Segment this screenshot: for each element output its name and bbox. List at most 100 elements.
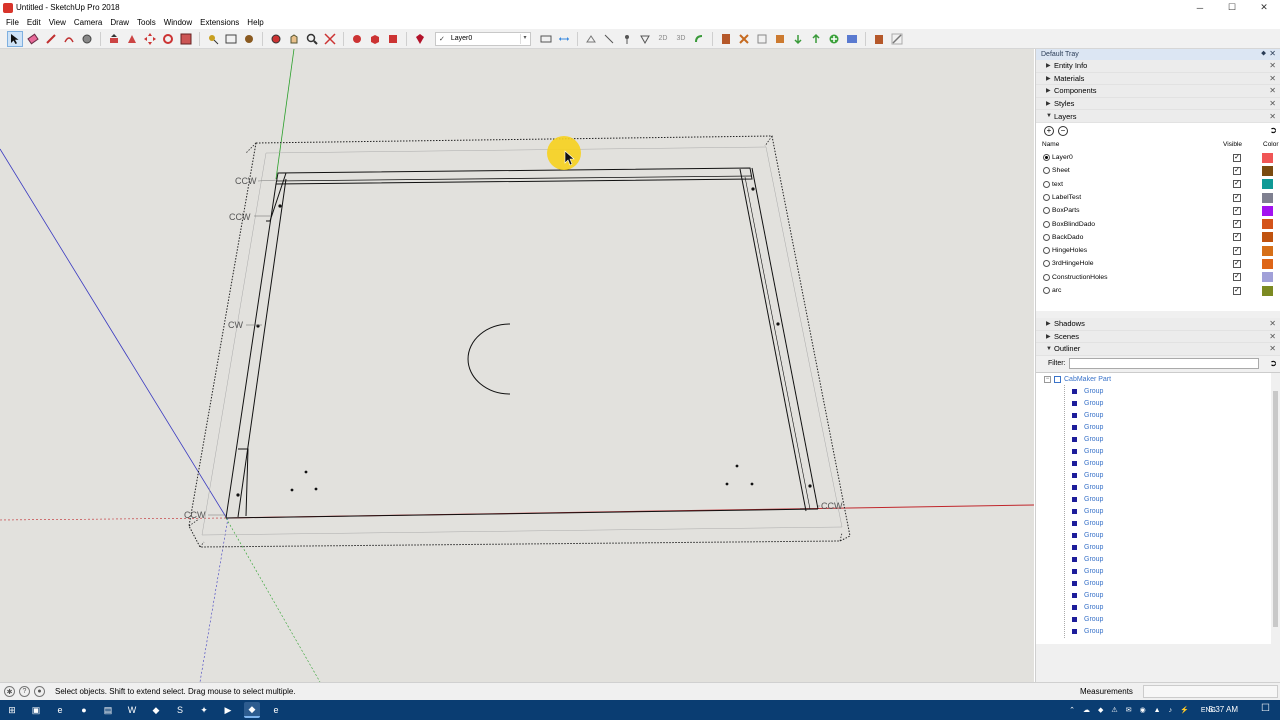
layer-name[interactable]: arc <box>1052 287 1061 294</box>
outliner-group-item[interactable]: Group <box>1072 520 1103 527</box>
layer-name[interactable]: BackDado <box>1052 234 1083 241</box>
outliner-group-item[interactable]: Group <box>1072 388 1103 395</box>
panel-components[interactable]: ▶ Components ✕ <box>1036 85 1280 98</box>
close-icon[interactable]: ✕ <box>1269 332 1276 341</box>
tray-status-icon[interactable]: ⌃ <box>1069 707 1075 714</box>
skype-icon[interactable]: S <box>172 702 188 718</box>
menu-window[interactable]: Window <box>160 18 196 27</box>
active-layer-radio[interactable] <box>1043 220 1050 228</box>
panel-styles[interactable]: ▶ Styles ✕ <box>1036 97 1280 111</box>
layer-color-swatch[interactable] <box>1262 165 1273 176</box>
outliner-group-item[interactable]: Group <box>1072 604 1103 611</box>
layer-row[interactable]: BoxParts ✓ <box>1036 204 1280 217</box>
outliner-group-item[interactable]: Group <box>1072 400 1103 407</box>
measurements-input[interactable] <box>1143 685 1278 698</box>
active-layer-radio[interactable] <box>1043 287 1050 295</box>
outliner-group-item[interactable]: Group <box>1072 532 1103 539</box>
close-icon[interactable]: ✕ <box>1269 112 1276 121</box>
export-icon[interactable] <box>790 31 806 47</box>
layer-row[interactable]: HingeHoles ✓ <box>1036 244 1280 257</box>
maps-icon[interactable]: ✦ <box>196 702 212 718</box>
explorer-icon[interactable]: ▣ <box>28 702 44 718</box>
active-layer-radio[interactable] <box>1043 194 1050 201</box>
outliner-group-item[interactable]: Group <box>1072 628 1103 635</box>
eraser-icon[interactable] <box>25 31 41 47</box>
column-visible[interactable]: Visible <box>1223 141 1242 148</box>
window-icon[interactable] <box>844 31 860 47</box>
outliner-group-item[interactable]: Group <box>1072 544 1103 551</box>
store-icon[interactable]: ▤ <box>100 702 116 718</box>
info-icon[interactable]: ? <box>19 686 30 697</box>
menu-file[interactable]: File <box>2 18 23 27</box>
sketchup-icon[interactable]: ◆ <box>148 702 164 718</box>
tray-status-icon[interactable]: ⚡ <box>1180 707 1189 714</box>
visible-checkbox[interactable]: ✓ <box>1233 220 1241 229</box>
select-icon[interactable] <box>7 30 23 47</box>
tray-status-icon[interactable]: ♪ <box>1169 707 1173 714</box>
active-layer-radio[interactable] <box>1043 180 1050 188</box>
layer-row[interactable]: Layer0 ✓ <box>1036 151 1280 164</box>
outliner-group-item[interactable]: Group <box>1072 412 1103 419</box>
visible-checkbox[interactable]: ✓ <box>1233 273 1241 282</box>
collapse-node-icon[interactable]: − <box>1044 375 1051 383</box>
extension-icon[interactable] <box>385 31 401 47</box>
outliner-group-item[interactable]: Group <box>1072 616 1103 623</box>
menu-help[interactable]: Help <box>243 18 267 27</box>
chrome-icon[interactable]: ● <box>76 702 92 718</box>
delete-layer-button[interactable]: − <box>1058 125 1068 136</box>
undo-icon[interactable] <box>691 31 707 47</box>
zoom-icon[interactable] <box>304 31 320 47</box>
outliner-scrollbar[interactable] <box>1271 372 1280 645</box>
close-icon[interactable]: ✕ <box>1269 99 1276 108</box>
layer-color-swatch[interactable] <box>1262 285 1273 296</box>
layer-row[interactable]: ConstructionHoles ✓ <box>1036 271 1280 284</box>
outliner-group-item[interactable]: Group <box>1072 424 1103 431</box>
pushpull-icon[interactable] <box>106 31 122 47</box>
tray-status-icon[interactable]: ✉ <box>1126 707 1132 714</box>
clock[interactable]: 5:37 AM <box>1209 705 1238 714</box>
layer-color-swatch[interactable] <box>1262 232 1273 243</box>
zoom-extents-icon[interactable] <box>322 31 338 47</box>
label-icon[interactable] <box>619 31 635 47</box>
menu-camera[interactable]: Camera <box>70 18 106 27</box>
tray-status-icon[interactable]: ◆ <box>1098 707 1103 714</box>
close-tray-icon[interactable]: ✕ <box>1269 49 1276 58</box>
components-icon[interactable] <box>367 31 383 47</box>
tree-root[interactable]: − CabMaker Part <box>1044 375 1111 383</box>
panel-entity-info[interactable]: ▶ Entity Info ✕ <box>1036 60 1280 73</box>
filter-input[interactable] <box>1068 358 1259 370</box>
tape-icon[interactable] <box>205 31 221 47</box>
geolocation-icon[interactable]: ✱ <box>4 686 15 697</box>
word-icon[interactable]: W <box>124 702 140 718</box>
move-icon[interactable] <box>142 31 158 47</box>
layer-name[interactable]: BoxParts <box>1052 207 1080 214</box>
outliner-group-item[interactable]: Group <box>1072 484 1103 491</box>
arc-icon[interactable] <box>61 31 77 47</box>
menu-edit[interactable]: Edit <box>23 18 45 27</box>
menu-draw[interactable]: Draw <box>106 18 133 27</box>
visible-checkbox[interactable]: ✓ <box>1233 166 1241 175</box>
layer-name[interactable]: Layer0 <box>1052 154 1073 161</box>
active-layer-radio[interactable] <box>1043 247 1050 255</box>
modeling-viewport[interactable]: CCW CCW CW CCW CCW <box>0 49 1034 682</box>
outliner-group-item[interactable]: Group <box>1072 496 1103 503</box>
outliner-group-item[interactable]: Group <box>1072 472 1103 479</box>
scale-icon[interactable] <box>178 31 194 47</box>
column-color[interactable]: Color <box>1263 141 1279 148</box>
layer-color-swatch[interactable] <box>1262 258 1273 269</box>
2d-icon[interactable]: 2D <box>655 31 671 47</box>
layer-name[interactable]: 3rdHingeHole <box>1052 260 1094 267</box>
layer-name[interactable]: LabelTest <box>1052 194 1081 201</box>
layer-row[interactable]: Sheet ✓ <box>1036 164 1280 177</box>
add-layer-button[interactable]: + <box>1044 125 1054 136</box>
part-icon[interactable] <box>754 31 770 47</box>
layer-color-swatch[interactable] <box>1262 219 1273 230</box>
protractor-icon[interactable] <box>583 31 599 47</box>
layer-name[interactable]: text <box>1052 181 1063 188</box>
minimize-button[interactable]: ─ <box>1184 0 1216 15</box>
outliner-group-item[interactable]: Group <box>1072 568 1103 575</box>
layer-dropdown[interactable]: ✓ Layer0 ▾ <box>435 31 531 46</box>
layer-row[interactable]: arc ✓ <box>1036 284 1280 297</box>
3d-icon[interactable]: 3D <box>673 31 689 47</box>
dimension-icon[interactable] <box>556 31 572 47</box>
